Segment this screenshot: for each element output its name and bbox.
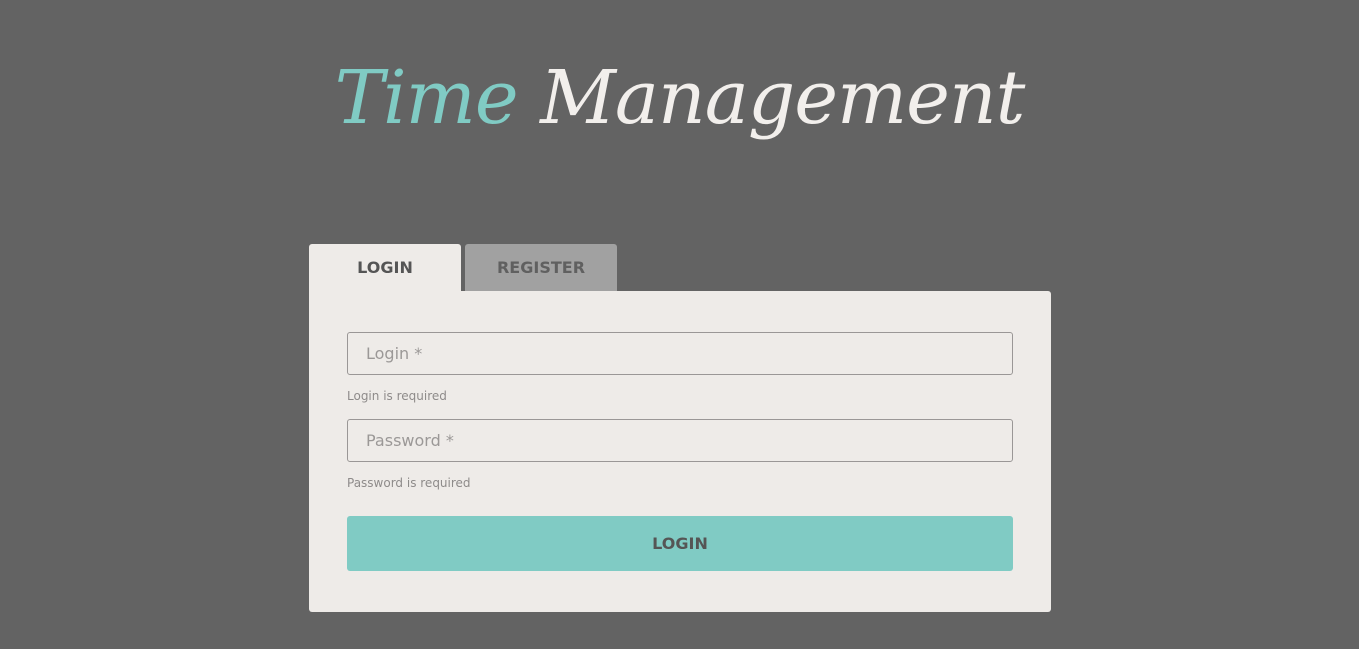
tab-register[interactable]: REGISTER: [465, 244, 617, 291]
app-title: Time Management: [0, 48, 1359, 148]
app-title-word-time: Time: [334, 55, 519, 141]
tab-login[interactable]: LOGIN: [309, 244, 461, 292]
login-form-card: Login is required Password is required L…: [309, 291, 1051, 612]
password-error-message: Password is required: [347, 476, 471, 490]
login-error-message: Login is required: [347, 389, 447, 403]
login-submit-button[interactable]: LOGIN: [347, 516, 1013, 571]
app-title-word-management: Management: [540, 55, 1025, 141]
login-input[interactable]: [347, 332, 1013, 375]
password-input[interactable]: [347, 419, 1013, 462]
